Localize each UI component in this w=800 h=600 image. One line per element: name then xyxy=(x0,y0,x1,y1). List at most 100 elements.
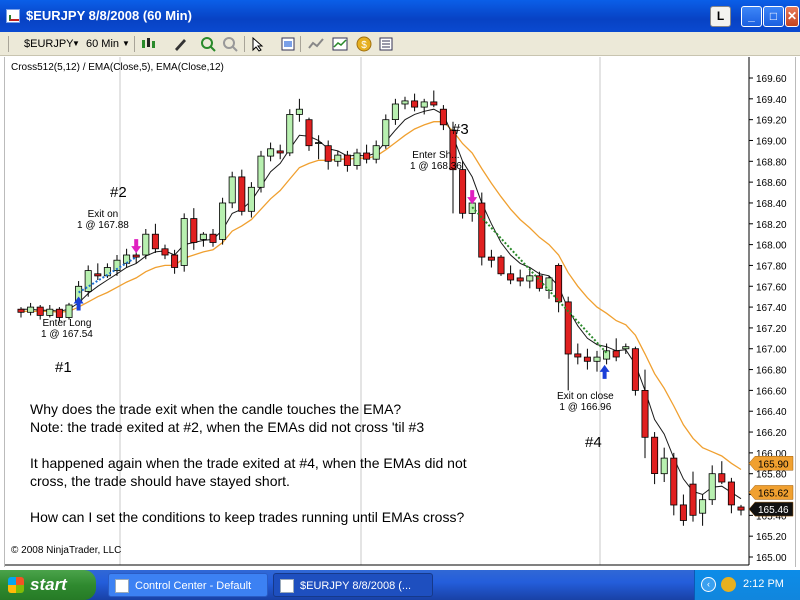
start-button[interactable]: start xyxy=(0,570,96,600)
properties-icon[interactable] xyxy=(280,36,296,52)
candle xyxy=(574,353,582,358)
price-tick-label: 167.00 xyxy=(756,345,787,356)
candle xyxy=(507,273,515,281)
chart-panel[interactable]: 169.60 169.40 169.20 169.00 168.80 168.60 168.… xyxy=(4,57,796,567)
price-tick-label: 169.00 xyxy=(756,136,787,147)
price-chart[interactable]: 169.60 169.40 169.20 169.00 168.80 168.60 168.… xyxy=(5,57,797,567)
price-tick-label: 165.20 xyxy=(756,532,787,543)
chart-window-icon xyxy=(280,579,294,593)
price-tick-label: 168.80 xyxy=(756,157,787,168)
candle xyxy=(363,152,371,160)
candle xyxy=(401,100,409,105)
enter-short-annotation: Enter Sh... 1 @ 168.36 xyxy=(410,150,462,172)
copyright-text: © 2008 NinjaTrader, LLC xyxy=(11,545,122,556)
candle xyxy=(276,150,284,154)
candle xyxy=(171,254,179,268)
candle xyxy=(65,304,73,318)
taskbar-item-label: Control Center - Default xyxy=(135,580,252,592)
indicator-label: Cross512(5,12) / EMA(Close,5), EMA(Close… xyxy=(11,62,224,73)
candle xyxy=(161,248,169,256)
exit-short-annotation: Exit on close 1 @ 166.96 xyxy=(557,391,614,413)
windows-logo-icon xyxy=(8,577,24,593)
price-tick-label: 167.40 xyxy=(756,303,787,314)
price-tick-label: 167.20 xyxy=(756,324,787,335)
ema-slow-line xyxy=(21,121,742,471)
candle xyxy=(190,218,198,243)
enter-long-label: Enter Long xyxy=(42,318,92,329)
price-tag-label: 165.46 xyxy=(758,505,789,516)
marker-2: #2 xyxy=(110,184,127,201)
candle xyxy=(497,256,505,275)
candle xyxy=(631,348,639,391)
money-icon[interactable]: $ xyxy=(356,36,372,52)
toolbar-grip xyxy=(8,36,9,52)
candle xyxy=(151,233,159,250)
tray-expand-icon[interactable]: ‹ xyxy=(701,577,716,592)
candle xyxy=(286,114,294,154)
price-tick-label: 169.40 xyxy=(756,95,787,106)
maximize-button[interactable]: □ xyxy=(763,6,784,27)
comment-line-4: cross, the trade should have stayed shor… xyxy=(30,473,290,489)
instrument-selector[interactable]: $EURJPY xyxy=(24,36,74,52)
link-button[interactable]: L xyxy=(710,6,731,27)
period-dropdown-icon[interactable]: ▼ xyxy=(122,36,130,52)
data-box-icon[interactable] xyxy=(378,36,394,52)
draw-pencil-icon[interactable] xyxy=(172,36,188,52)
candle xyxy=(267,148,275,157)
candle xyxy=(353,152,361,166)
enter-long-price: 1 @ 167.54 xyxy=(41,329,93,340)
zoom-out-icon[interactable] xyxy=(222,36,238,52)
exit-short-price: 1 @ 166.96 xyxy=(559,402,612,413)
candle xyxy=(670,457,678,506)
bar-style-icon[interactable] xyxy=(140,36,156,52)
cursor-icon[interactable] xyxy=(250,36,266,52)
candle xyxy=(142,233,150,256)
network-tray-icon[interactable] xyxy=(721,577,736,592)
marker-3: #3 xyxy=(452,121,469,138)
zoom-in-icon[interactable] xyxy=(200,36,216,52)
candle xyxy=(372,145,380,160)
price-tick-label: 166.20 xyxy=(756,428,787,439)
candle xyxy=(679,504,687,521)
close-button[interactable]: ✕ xyxy=(785,6,799,27)
price-tag-label: 165.62 xyxy=(758,488,789,499)
taskbar-item-chart[interactable]: $EURJPY 8/8/2008 (... xyxy=(273,573,433,597)
taskbar-item-control-center[interactable]: Control Center - Default xyxy=(108,573,268,597)
candle xyxy=(459,169,467,214)
candle xyxy=(343,154,351,166)
sell-arrow-icon xyxy=(131,239,142,254)
minimize-button[interactable]: _ xyxy=(741,6,762,27)
candle xyxy=(660,457,668,475)
candle xyxy=(526,275,534,282)
price-tag-label: 165.90 xyxy=(758,459,789,470)
buy-arrow-icon xyxy=(599,364,610,379)
strategies-icon[interactable] xyxy=(332,36,348,52)
price-tick-label: 169.20 xyxy=(756,116,787,127)
candle xyxy=(439,108,447,126)
control-center-icon xyxy=(115,579,129,593)
indicators-icon[interactable] xyxy=(308,36,324,52)
candle xyxy=(583,356,591,362)
price-tick-label: 168.00 xyxy=(756,241,787,252)
period-selector[interactable]: 60 Min xyxy=(86,36,119,52)
candle xyxy=(737,506,745,511)
candle xyxy=(699,499,707,514)
candle xyxy=(46,308,54,316)
candle xyxy=(315,142,323,144)
candle xyxy=(727,481,735,506)
window-titlebar[interactable]: $EURJPY 8/8/2008 (60 Min) L _ □ ✕ xyxy=(0,0,800,32)
candle xyxy=(689,483,697,516)
price-tick-label: 166.60 xyxy=(756,386,787,397)
candle xyxy=(247,186,255,212)
start-label: start xyxy=(30,575,67,594)
candle xyxy=(593,356,601,362)
candle xyxy=(238,176,246,212)
chart-toolbar: $EURJPY ▼ 60 Min ▼ $ xyxy=(0,32,800,56)
candle xyxy=(564,301,572,355)
system-tray: ‹ 2:12 PM xyxy=(694,570,800,600)
price-tick-label: 166.40 xyxy=(756,407,787,418)
candle xyxy=(36,306,44,316)
instrument-dropdown-icon[interactable]: ▼ xyxy=(72,36,80,52)
candle xyxy=(516,277,524,282)
svg-text:$: $ xyxy=(361,40,367,51)
